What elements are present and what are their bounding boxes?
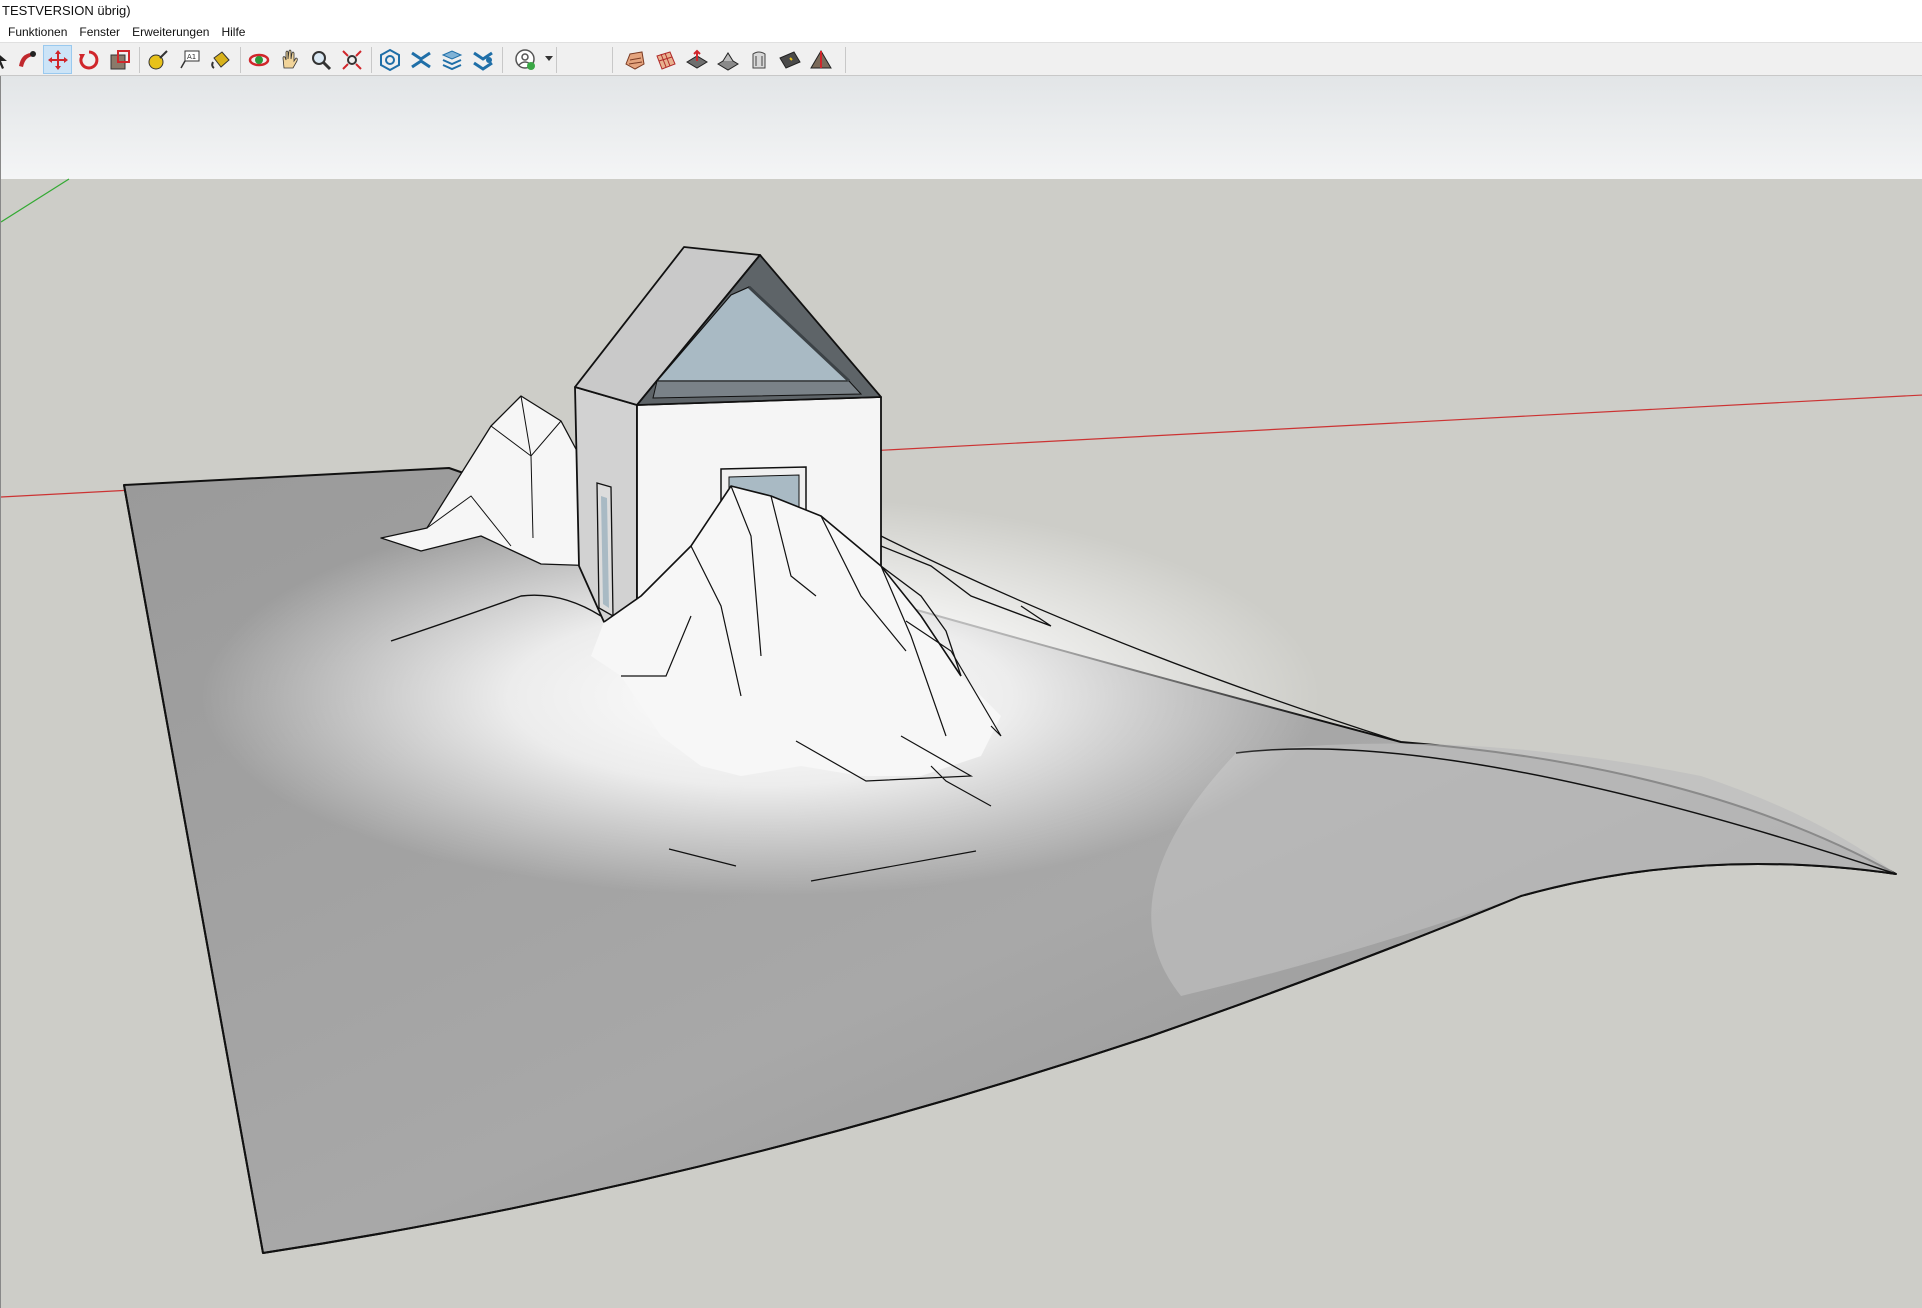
add-detail-icon[interactable] — [775, 45, 804, 74]
svg-text:A1: A1 — [187, 53, 196, 61]
main-toolbar: A1 — [0, 42, 1922, 76]
pan-icon[interactable] — [275, 45, 304, 74]
follow-me-icon[interactable] — [12, 45, 41, 74]
model-viewport[interactable] — [0, 76, 1922, 1308]
user-account-icon[interactable] — [511, 45, 540, 74]
menu-item-erweiterungen[interactable]: Erweiterungen — [128, 22, 213, 42]
stamp-icon[interactable] — [713, 45, 742, 74]
3d-warehouse-icon[interactable] — [375, 45, 404, 74]
extension-warehouse-icon[interactable] — [406, 45, 435, 74]
chevron-down-icon[interactable] — [545, 56, 553, 61]
flip-edge-icon[interactable] — [806, 45, 835, 74]
menu-item-hilfe[interactable]: Hilfe — [217, 22, 249, 42]
window-title: TESTVERSION übrig) — [0, 0, 1922, 22]
sky-band — [1, 76, 1922, 179]
sandbox-from-scratch-icon[interactable] — [651, 45, 680, 74]
menu-bar: Funktionen Fenster Erweiterungen Hilfe — [0, 22, 1922, 42]
paint-bucket-icon[interactable] — [206, 45, 235, 74]
move-icon[interactable] — [43, 45, 72, 74]
sketchup-window: TESTVERSION übrig) Funktionen Fenster Er… — [0, 0, 1922, 1308]
menu-item-funktionen[interactable]: Funktionen — [4, 22, 71, 42]
sandbox-from-contours-icon[interactable] — [620, 45, 649, 74]
tape-measure-icon[interactable] — [143, 45, 172, 74]
menu-item-fenster[interactable]: Fenster — [75, 22, 124, 42]
orbit-icon[interactable] — [244, 45, 273, 74]
smoove-icon[interactable] — [682, 45, 711, 74]
scale-icon[interactable] — [105, 45, 134, 74]
rotate-icon[interactable] — [74, 45, 103, 74]
zoom-icon[interactable] — [306, 45, 335, 74]
green-axis-line — [1, 178, 70, 223]
extension-manager-icon[interactable] — [468, 45, 497, 74]
text-icon[interactable]: A1 — [175, 45, 204, 74]
layout-icon[interactable] — [437, 45, 466, 74]
scene-canvas — [1, 76, 1922, 1254]
zoom-extents-icon[interactable] — [337, 45, 366, 74]
drape-icon[interactable] — [744, 45, 773, 74]
